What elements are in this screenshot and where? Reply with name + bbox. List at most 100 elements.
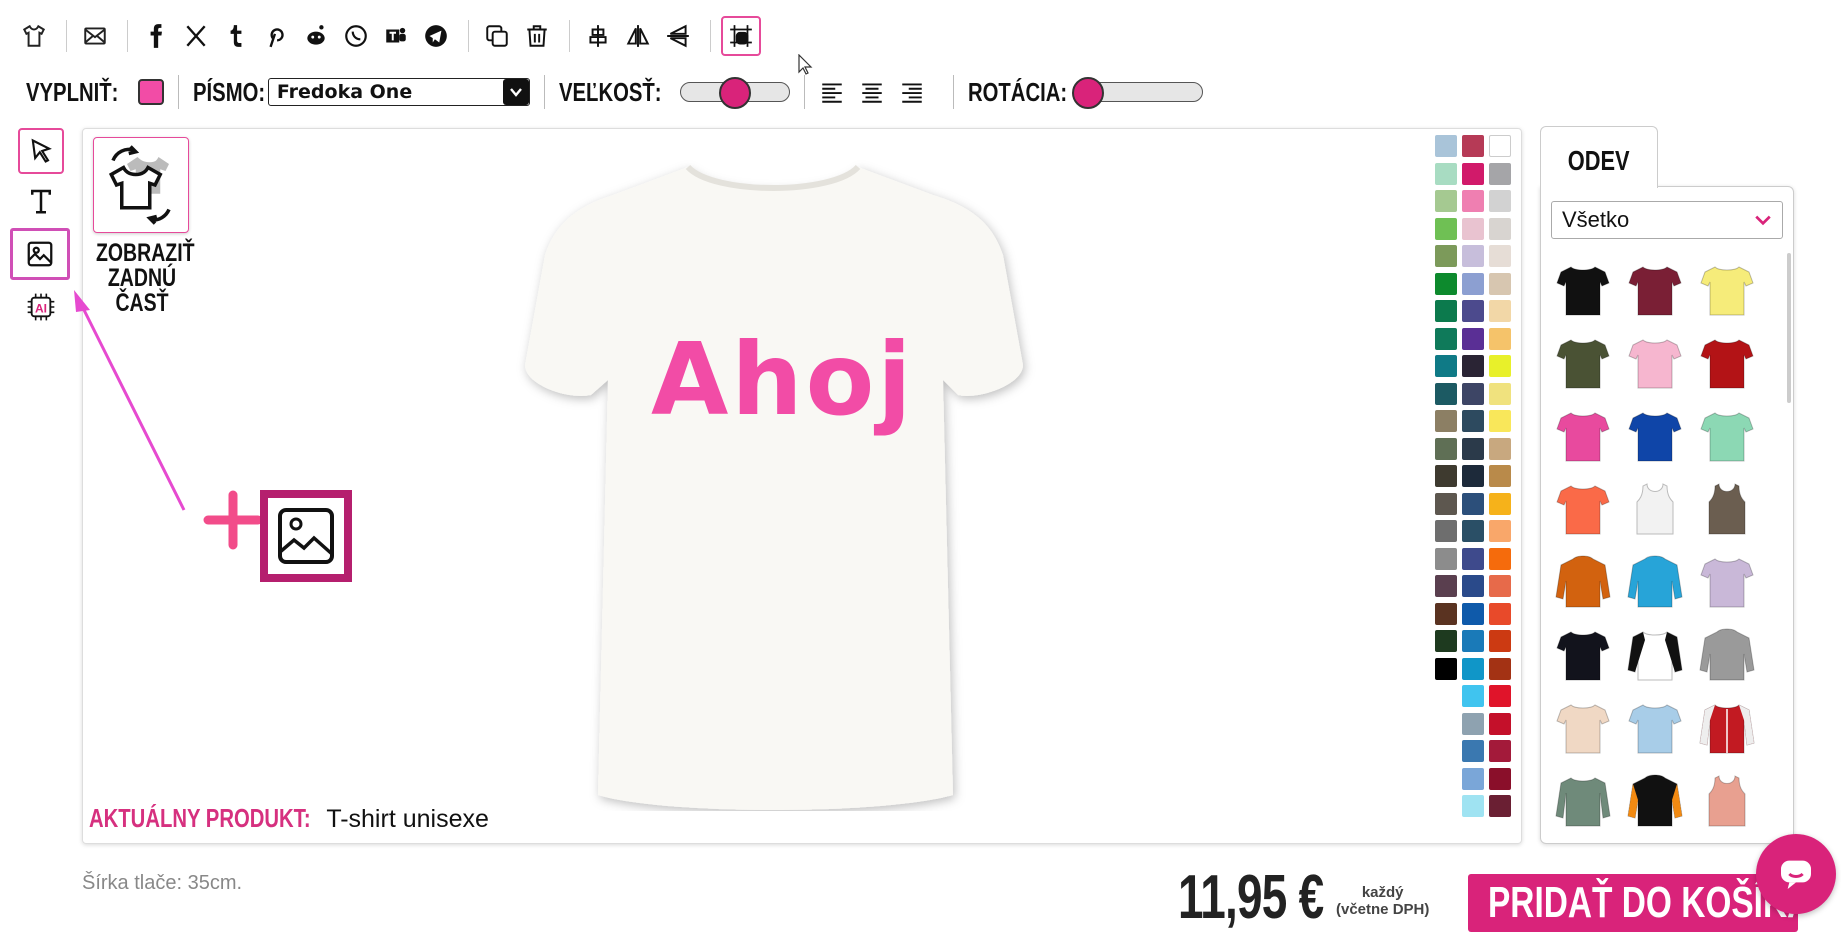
- align-right-icon[interactable]: [899, 79, 925, 105]
- product-item[interactable]: [1547, 764, 1619, 837]
- color-swatch[interactable]: [1462, 327, 1484, 350]
- product-item[interactable]: [1547, 399, 1619, 472]
- rotation-slider-knob[interactable]: [1072, 77, 1105, 109]
- grid-preview-icon[interactable]: [721, 16, 761, 56]
- color-swatch[interactable]: [1489, 410, 1511, 432]
- color-swatch[interactable]: [1462, 685, 1484, 707]
- product-item[interactable]: [1691, 691, 1763, 764]
- product-item[interactable]: [1619, 764, 1691, 837]
- product-item[interactable]: [1619, 691, 1691, 764]
- color-swatch[interactable]: [1489, 492, 1511, 515]
- color-swatch[interactable]: [1435, 190, 1457, 212]
- color-swatch[interactable]: [1489, 767, 1511, 790]
- color-swatch[interactable]: [1435, 602, 1457, 625]
- email-icon[interactable]: [77, 18, 113, 54]
- color-swatch[interactable]: [1462, 162, 1484, 185]
- product-item[interactable]: [1547, 253, 1619, 326]
- color-swatch[interactable]: [1462, 520, 1484, 542]
- color-swatch[interactable]: [1489, 437, 1511, 460]
- fill-color-swatch[interactable]: [138, 79, 165, 105]
- align-left-icon[interactable]: [819, 79, 845, 105]
- product-item[interactable]: [1547, 691, 1619, 764]
- color-swatch[interactable]: [1435, 217, 1457, 240]
- select-tool[interactable]: [18, 128, 64, 174]
- category-select[interactable]: Všetko: [1551, 201, 1783, 239]
- facebook-icon[interactable]: [138, 18, 174, 54]
- color-swatch[interactable]: [1462, 190, 1484, 212]
- color-swatch[interactable]: [1489, 355, 1511, 377]
- product-item[interactable]: [1619, 545, 1691, 618]
- color-swatch[interactable]: [1489, 190, 1511, 212]
- color-swatch[interactable]: [1462, 630, 1484, 652]
- color-swatch[interactable]: [1489, 245, 1511, 267]
- color-swatch[interactable]: [1435, 547, 1457, 570]
- color-swatch[interactable]: [1462, 767, 1484, 790]
- product-item[interactable]: [1691, 618, 1763, 691]
- back-view-button[interactable]: [93, 137, 189, 233]
- color-swatch[interactable]: [1489, 602, 1511, 625]
- tumblr-icon[interactable]: [218, 18, 254, 54]
- align-center-vertical-icon[interactable]: [580, 18, 616, 54]
- color-swatch[interactable]: [1462, 300, 1484, 322]
- color-swatch[interactable]: [1462, 795, 1484, 817]
- color-swatch[interactable]: [1435, 135, 1457, 157]
- reddit-icon[interactable]: [298, 18, 334, 54]
- color-swatch[interactable]: [1462, 492, 1484, 515]
- size-slider[interactable]: [680, 77, 791, 109]
- color-swatch[interactable]: [1435, 575, 1457, 597]
- color-swatch[interactable]: [1489, 272, 1511, 295]
- color-swatch[interactable]: [1462, 712, 1484, 735]
- font-select[interactable]: Fredoka One: [267, 78, 530, 106]
- color-swatch[interactable]: [1489, 575, 1511, 597]
- text-tool[interactable]: [18, 178, 64, 224]
- product-item[interactable]: [1691, 545, 1763, 618]
- color-swatch[interactable]: [1489, 547, 1511, 570]
- chat-button[interactable]: [1756, 834, 1836, 914]
- color-swatch[interactable]: [1435, 410, 1457, 432]
- color-swatch[interactable]: [1462, 245, 1484, 267]
- color-swatch[interactable]: [1489, 795, 1511, 817]
- color-swatch[interactable]: [1435, 245, 1457, 267]
- color-swatch[interactable]: [1435, 355, 1457, 377]
- color-swatch[interactable]: [1435, 382, 1457, 405]
- x-icon[interactable]: [178, 18, 214, 54]
- color-swatch[interactable]: [1462, 410, 1484, 432]
- ai-tool[interactable]: AI: [18, 284, 64, 330]
- align-center-icon[interactable]: [859, 79, 885, 105]
- product-item[interactable]: [1547, 472, 1619, 545]
- color-swatch[interactable]: [1462, 217, 1484, 240]
- product-item[interactable]: [1619, 618, 1691, 691]
- color-swatch[interactable]: [1462, 135, 1484, 157]
- scrollbar[interactable]: [1787, 253, 1791, 403]
- color-swatch[interactable]: [1435, 272, 1457, 295]
- color-swatch[interactable]: [1489, 630, 1511, 652]
- product-item[interactable]: [1547, 326, 1619, 399]
- color-swatch[interactable]: [1489, 327, 1511, 350]
- color-swatch[interactable]: [1435, 630, 1457, 652]
- pinterest-icon[interactable]: [258, 18, 294, 54]
- flip-horizontal-icon[interactable]: [620, 18, 656, 54]
- product-item[interactable]: [1691, 253, 1763, 326]
- color-swatch[interactable]: [1462, 437, 1484, 460]
- flip-vertical-icon[interactable]: [660, 18, 696, 54]
- color-swatch[interactable]: [1435, 162, 1457, 185]
- color-swatch[interactable]: [1462, 602, 1484, 625]
- color-swatch[interactable]: [1462, 355, 1484, 377]
- color-swatch[interactable]: [1462, 382, 1484, 405]
- color-swatch[interactable]: [1435, 437, 1457, 460]
- product-item[interactable]: [1547, 618, 1619, 691]
- product-item[interactable]: [1691, 326, 1763, 399]
- color-swatch[interactable]: [1435, 300, 1457, 322]
- add-to-cart-button[interactable]: PRIDAŤ DO KOŠÍKA: [1468, 874, 1811, 932]
- product-item[interactable]: [1691, 399, 1763, 472]
- color-swatch[interactable]: [1462, 547, 1484, 570]
- tab-clothing[interactable]: ODEV: [1540, 126, 1658, 188]
- product-item[interactable]: [1619, 472, 1691, 545]
- telegram-icon[interactable]: [418, 18, 454, 54]
- color-swatch[interactable]: [1435, 520, 1457, 542]
- trash-icon[interactable]: [519, 18, 555, 54]
- color-swatch[interactable]: [1489, 685, 1511, 707]
- rotation-slider[interactable]: [1072, 77, 1204, 109]
- color-swatch[interactable]: [1435, 492, 1457, 515]
- color-swatch[interactable]: [1489, 217, 1511, 240]
